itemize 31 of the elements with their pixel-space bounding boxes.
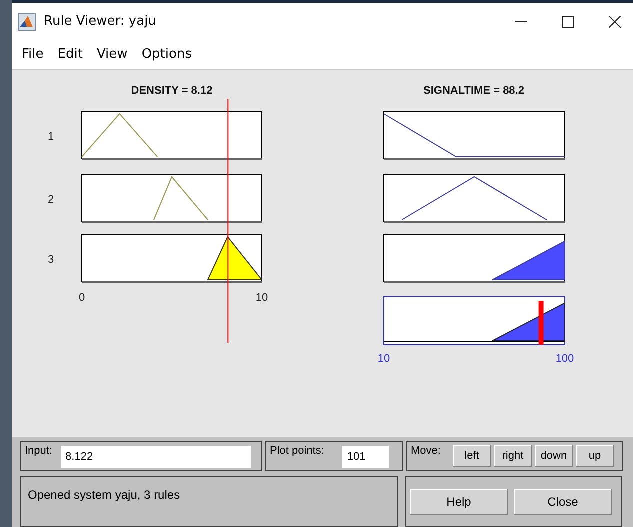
plot-title: DENSITY = 8.12	[131, 85, 213, 97]
menu-item[interactable]: Options	[142, 47, 192, 62]
rule-number: 3	[48, 254, 54, 266]
rule-number: 1	[48, 131, 54, 143]
rule-number: 2	[48, 194, 54, 206]
axis-tick-label: 100	[556, 353, 574, 365]
app-icon	[18, 12, 36, 30]
move-label: Move:	[411, 445, 441, 457]
maximize-icon[interactable]	[562, 16, 574, 28]
plot-points-field[interactable]: 101	[342, 446, 390, 468]
move-button[interactable]: up	[576, 445, 614, 467]
close-icon[interactable]	[609, 16, 621, 28]
axis-tick-label: 0	[78, 292, 86, 304]
menu-item[interactable]: Edit	[58, 47, 83, 62]
output-value-marker[interactable]	[538, 301, 544, 345]
input-label: Input:	[25, 445, 53, 457]
status-text: Opened system yaju, 3 rules	[28, 488, 180, 502]
axis-tick-label: 10	[378, 353, 390, 365]
axis-tick-label: 10	[256, 292, 268, 304]
menu-item[interactable]: File	[22, 47, 44, 62]
move-button[interactable]: right	[494, 445, 532, 467]
input-value-line[interactable]	[228, 99, 229, 343]
help-button[interactable]: Help	[410, 488, 508, 514]
input-field[interactable]: 8.122	[60, 446, 251, 468]
plot-title: SIGNALTIME = 88.2	[424, 85, 524, 97]
close-button[interactable]: Close	[514, 488, 612, 514]
window-title: Rule Viewer: yaju	[44, 14, 156, 29]
plot-points-label: Plot points:	[270, 445, 324, 457]
move-button[interactable]: down	[534, 445, 573, 467]
move-button[interactable]: left	[452, 445, 491, 467]
menu-item[interactable]: View	[96, 47, 128, 62]
